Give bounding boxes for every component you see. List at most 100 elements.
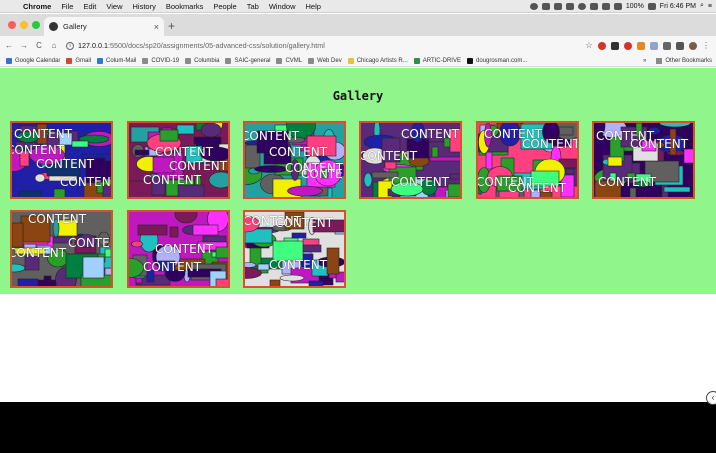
- thumbnail-label: CONTENT: [143, 173, 202, 187]
- cloud-icon[interactable]: [553, 2, 562, 10]
- bookmark-star-icon[interactable]: ☆: [585, 40, 593, 51]
- scroll-indicator[interactable]: ‹: [706, 391, 716, 405]
- menu-view[interactable]: View: [101, 2, 127, 11]
- menu-window[interactable]: Window: [264, 2, 301, 11]
- extension-icon[interactable]: [611, 41, 619, 50]
- menubar-clock[interactable]: Fri 6:46 PM: [660, 3, 696, 10]
- menu-app-name[interactable]: Chrome: [18, 2, 56, 11]
- menu-tab[interactable]: Tab: [242, 2, 264, 11]
- thumbnail-label: CONTENT: [401, 127, 460, 141]
- bookmark-label: Web Dev: [317, 57, 342, 64]
- bookmark-item[interactable]: SAIC-general: [225, 57, 271, 64]
- bookmark-item[interactable]: CVML: [276, 57, 302, 64]
- page-title: Gallery: [332, 89, 384, 103]
- menu-people[interactable]: People: [208, 2, 241, 11]
- volume-icon[interactable]: [613, 2, 622, 10]
- thumbnail-label: CONTENT: [28, 212, 87, 226]
- bookmark-item[interactable]: Chicago Artists R...: [347, 57, 408, 64]
- zoom-window-button[interactable]: [32, 21, 40, 29]
- time-machine-icon[interactable]: [577, 2, 586, 10]
- menu-help[interactable]: Help: [301, 2, 326, 11]
- wifi-icon[interactable]: [601, 2, 610, 10]
- back-button[interactable]: ←: [3, 41, 15, 50]
- reload-button[interactable]: C: [33, 41, 45, 50]
- menu-bookmarks[interactable]: Bookmarks: [161, 2, 209, 11]
- bluetooth-icon[interactable]: [589, 2, 598, 10]
- thumbnail-label: CONTENT: [155, 145, 214, 159]
- macos-menubar: Chrome File Edit View History Bookmarks …: [0, 0, 716, 13]
- menu-edit[interactable]: Edit: [78, 2, 101, 11]
- thumbnail-label: CONTENT: [14, 127, 73, 141]
- site-info-icon[interactable]: i: [66, 41, 74, 50]
- gallery-image-9[interactable]: CONTENT CONTENT CONTENT: [243, 210, 346, 288]
- extension-blue-icon[interactable]: [650, 41, 658, 50]
- bookmark-label: dougrosman.com...: [475, 57, 528, 64]
- menu-kebab-icon[interactable]: ⋮: [702, 41, 710, 50]
- bookmark-item[interactable]: Google Calendar: [6, 57, 60, 64]
- folder-icon: [225, 57, 232, 64]
- thumbnail-label: CONTENT: [391, 175, 450, 189]
- tab-gallery[interactable]: Gallery ×: [44, 17, 164, 36]
- tab-close-icon[interactable]: ×: [154, 22, 159, 32]
- thumbnail-label: CONTENT: [10, 143, 65, 157]
- folder-icon: [308, 57, 315, 64]
- extension-dark-icon[interactable]: [676, 41, 684, 50]
- home-button[interactable]: ⌂: [48, 41, 60, 50]
- bookmark-item[interactable]: dougrosman.com...: [466, 57, 528, 64]
- gallery-image-4[interactable]: CONTENT CONTENT CONTENT: [359, 121, 462, 199]
- bookmark-item[interactable]: COVID-19: [142, 57, 179, 64]
- bookmarks-overflow: » Other Bookmarks: [643, 57, 716, 64]
- bookmark-item[interactable]: Colum-Mail: [97, 57, 136, 64]
- gallery-image-2[interactable]: CONTENT CONTENT CONTENT: [127, 121, 230, 199]
- bookmark-item[interactable]: Columbia: [185, 57, 220, 64]
- thumbnail-label: CONTENT: [155, 242, 214, 256]
- tab-title: Gallery: [63, 22, 87, 31]
- eyedropper-icon[interactable]: [663, 41, 671, 50]
- bookmark-label: Gmail: [75, 57, 92, 64]
- spotlight-icon[interactable]: ⌕: [700, 2, 704, 10]
- thumbnail-label: CONTENT: [68, 236, 111, 250]
- gallery-image-7[interactable]: CONTENTCONTENTCONTENT: [10, 210, 113, 288]
- thumbnail-label: CONTENT: [169, 159, 228, 173]
- bookmark-label: Columbia: [194, 57, 220, 64]
- gallery-image-6[interactable]: CONTENT CONTENT CONTENT: [592, 121, 695, 199]
- close-window-button[interactable]: [8, 21, 16, 29]
- gallery-image-8[interactable]: CONTENT CONTENT: [127, 210, 230, 288]
- dropbox-icon[interactable]: [565, 2, 574, 10]
- bookmark-item[interactable]: Web Dev: [308, 57, 342, 64]
- address-bar[interactable]: i 127.0.0.1 :5500/docs/sp20/assignments/…: [66, 39, 536, 53]
- bookmark-label: ARTIC-DRIVE: [422, 57, 461, 64]
- new-tab-button[interactable]: +: [168, 19, 175, 33]
- minimize-window-button[interactable]: [20, 21, 28, 29]
- gallery-image-3[interactable]: CONTENTCONTENTCONTENTCONTENT: [243, 121, 346, 199]
- folder-icon: [656, 57, 663, 64]
- profile-avatar[interactable]: [689, 41, 697, 50]
- calendar-icon: [6, 57, 12, 64]
- bookmark-label: SAIC-general: [234, 57, 271, 64]
- extensions-area: ☆ ⋮: [585, 40, 716, 51]
- menu-file[interactable]: File: [56, 2, 78, 11]
- thumbnail-label: CONTENT: [60, 175, 113, 189]
- extension-orange-icon[interactable]: [637, 41, 645, 50]
- screen: Chrome File Edit View History Bookmarks …: [0, 0, 716, 453]
- record-icon[interactable]: [529, 2, 538, 10]
- thumbnail-label: CONTENT: [243, 129, 300, 143]
- thumbnail-label: CONTENT: [10, 246, 67, 260]
- other-bookmarks[interactable]: Other Bookmarks: [665, 58, 712, 64]
- menu-history[interactable]: History: [128, 2, 161, 11]
- adblock-icon[interactable]: [598, 41, 606, 50]
- forward-button[interactable]: →: [18, 41, 30, 50]
- bookmarks-more-button[interactable]: »: [643, 58, 646, 64]
- bookmark-item[interactable]: ARTIC-DRIVE: [413, 57, 461, 64]
- page-viewport: Gallery CONTENT CONTENT CONTENT CONTENT CONT…: [0, 68, 716, 402]
- gallery-image-1[interactable]: CONTENT CONTENT CONTENT CONTENT: [10, 121, 113, 199]
- bottom-black-area: [0, 402, 716, 453]
- battery-icon[interactable]: [647, 2, 656, 10]
- bookmark-item[interactable]: Gmail: [66, 57, 92, 64]
- extension-red-icon[interactable]: [624, 41, 632, 50]
- notification-center-icon[interactable]: ≡: [708, 3, 712, 10]
- gallery-image-5[interactable]: CONTENT CONTENT CONTENT CONTENT: [476, 121, 579, 199]
- battery-percent[interactable]: 100%: [626, 3, 644, 10]
- status-app-icon[interactable]: [541, 2, 550, 10]
- thumbnail-label: CONTENT: [275, 216, 334, 230]
